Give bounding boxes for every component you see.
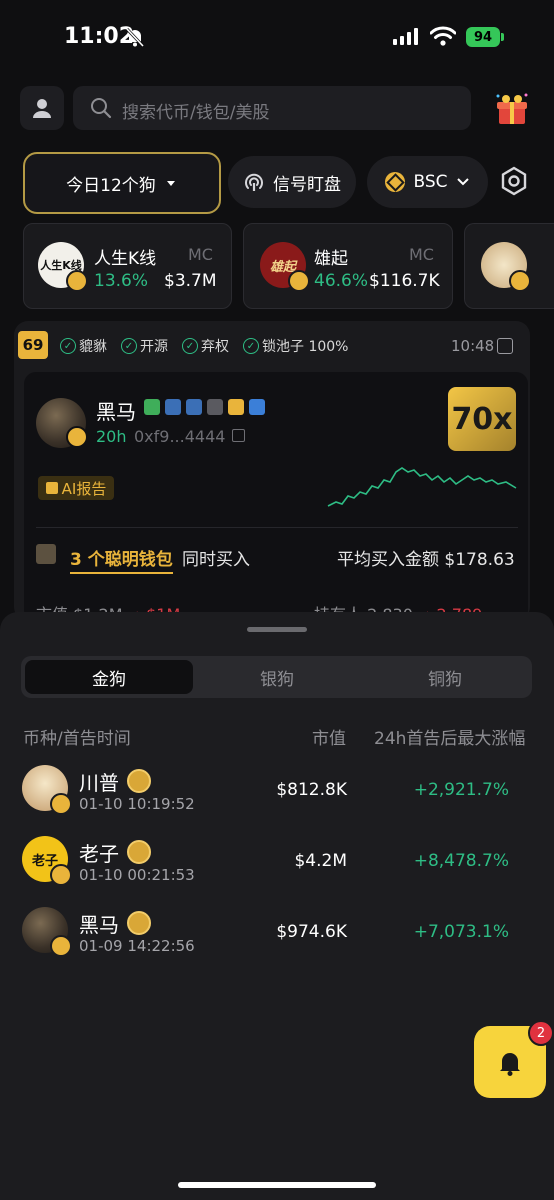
profile-button[interactable] xyxy=(20,86,64,130)
hexagon-settings-icon[interactable] xyxy=(498,165,530,197)
hand-icon[interactable] xyxy=(144,399,160,415)
ticker-change: 13.6% xyxy=(94,271,149,291)
ai-report-button[interactable]: AI报告 xyxy=(38,476,114,500)
bsc-badge-icon xyxy=(509,270,531,292)
ticker-mc: $116.7K xyxy=(369,271,440,291)
sheet-grabber[interactable] xyxy=(247,627,307,632)
tab-bronze-dog[interactable]: 铜狗 xyxy=(361,660,529,694)
wifi-icon xyxy=(430,26,456,46)
ticker-mc-label: MC xyxy=(409,245,434,264)
chain-label: BSC xyxy=(413,172,448,192)
caret-down-icon xyxy=(166,181,175,186)
community-icon[interactable] xyxy=(228,399,244,415)
x-icon[interactable] xyxy=(186,399,202,415)
check-item: ✓ 开源 xyxy=(121,336,168,356)
bsc-badge-icon xyxy=(66,426,88,448)
daily-dog-label: 今日12个狗 xyxy=(66,175,156,196)
coin-name: 老子 xyxy=(79,842,119,866)
bsc-badge-icon xyxy=(50,935,72,957)
coin-max-gain: +7,073.1% xyxy=(413,922,509,942)
column-coin-time: 币种/首告时间 xyxy=(23,729,131,749)
ticker-mc-label: MC xyxy=(188,245,213,264)
coin-max-gain: +2,921.7% xyxy=(413,780,509,800)
daily-dog-filter[interactable]: 今日12个狗 xyxy=(23,152,221,214)
average-buy-amount: 平均买入金额 $178.63 xyxy=(337,550,515,570)
bsc-badge-icon xyxy=(50,793,72,815)
ai-report-label: AI报告 xyxy=(61,479,107,498)
edit-icon[interactable] xyxy=(249,399,265,415)
check-item: ✓ 锁池子 100% xyxy=(243,336,348,356)
wallet-icon xyxy=(36,544,56,564)
check-item: ✓ 弃权 xyxy=(182,336,229,356)
ticker-name: 人生K线 xyxy=(94,249,157,269)
column-max-gain: 24h首告后最大涨幅 xyxy=(374,729,526,749)
coin-max-gain: +8,478.7% xyxy=(413,851,509,871)
bsc-badge-icon xyxy=(288,270,310,292)
coin-market-cap: $4.2M xyxy=(294,851,347,871)
bsc-badge-icon xyxy=(66,270,88,292)
signal-watch-button[interactable]: 信号盯盘 xyxy=(228,156,356,208)
multiplier-badge: 70x xyxy=(448,387,516,451)
telegram-icon[interactable] xyxy=(207,399,223,415)
gold-dog-icon xyxy=(127,840,151,864)
external-link-icon[interactable] xyxy=(497,338,513,354)
search-icon xyxy=(91,98,112,119)
buy-together-label: 同时买入 xyxy=(182,550,250,570)
first-call-time: 01-10 10:19:52 xyxy=(79,795,195,813)
ticker-mc: $3.7M xyxy=(164,271,217,291)
bell-icon xyxy=(500,1053,520,1076)
check-circle-icon: ✓ xyxy=(121,338,137,354)
check-circle-icon: ✓ xyxy=(182,338,198,354)
gift-icon[interactable] xyxy=(494,92,530,126)
battery-indicator: 94 xyxy=(466,27,500,47)
tab-silver-dog[interactable]: 银狗 xyxy=(193,660,361,694)
price-sparkline xyxy=(327,467,517,507)
divider xyxy=(36,527,518,528)
ticker-name: 雄起 xyxy=(314,249,348,269)
token-name: 黑马 xyxy=(96,400,136,424)
safety-checks: ✓ 貔貅 ✓ 开源 ✓ 弃权 ✓ 锁池子 100% xyxy=(60,336,348,356)
gold-dog-icon xyxy=(127,769,151,793)
tab-gold-dog[interactable]: 金狗 xyxy=(25,660,193,694)
coin-market-cap: $974.6K xyxy=(276,922,347,942)
gold-dog-icon xyxy=(127,911,151,935)
social-links xyxy=(144,399,265,415)
notification-count-badge: 2 xyxy=(528,1020,554,1046)
coin-name: 黑马 xyxy=(79,913,119,937)
coin-name: 川普 xyxy=(79,771,119,795)
search-placeholder: 搜索代币/钱包/美股 xyxy=(122,103,270,123)
first-call-time: 01-10 00:21:53 xyxy=(79,866,195,884)
bell-off-icon xyxy=(125,27,145,48)
ticker-card[interactable]: 人生K线 人生K线 MC 13.6% $3.7M xyxy=(23,223,232,309)
token-age: 20h xyxy=(96,427,127,446)
check-item: ✓ 貔貅 xyxy=(60,336,107,356)
chain-selector[interactable]: BSC xyxy=(367,156,488,208)
ticker-card[interactable] xyxy=(464,223,554,309)
coin-market-cap: $812.8K xyxy=(276,780,347,800)
report-icon xyxy=(45,482,58,494)
battery-tip xyxy=(501,33,504,41)
token-address: 0xf9...4444 xyxy=(134,427,226,446)
radar-icon xyxy=(245,173,263,191)
column-market-cap: 市值 xyxy=(312,729,346,749)
copy-icon[interactable] xyxy=(232,429,245,442)
rank-badge: 69 xyxy=(18,331,48,359)
cell-signal-icon xyxy=(393,28,418,45)
bsc-badge-icon xyxy=(50,864,72,886)
user-icon xyxy=(33,99,51,118)
ticker-change: 46.6% xyxy=(314,271,369,291)
home-indicator xyxy=(178,1182,376,1188)
first-call-time: 01-09 14:22:56 xyxy=(79,937,195,955)
chevron-down-icon xyxy=(456,178,469,186)
signal-time: 10:48 xyxy=(451,337,495,355)
bsc-coin-icon xyxy=(385,172,406,192)
check-circle-icon: ✓ xyxy=(60,338,76,354)
signal-watch-label: 信号盯盘 xyxy=(273,174,341,195)
x-icon[interactable] xyxy=(165,399,181,415)
smart-wallets-link[interactable]: 3 个聪明钱包 xyxy=(70,545,173,574)
ticker-card[interactable]: 雄起 雄起 MC 46.6% $116.7K xyxy=(243,223,453,309)
check-circle-icon: ✓ xyxy=(243,338,259,354)
